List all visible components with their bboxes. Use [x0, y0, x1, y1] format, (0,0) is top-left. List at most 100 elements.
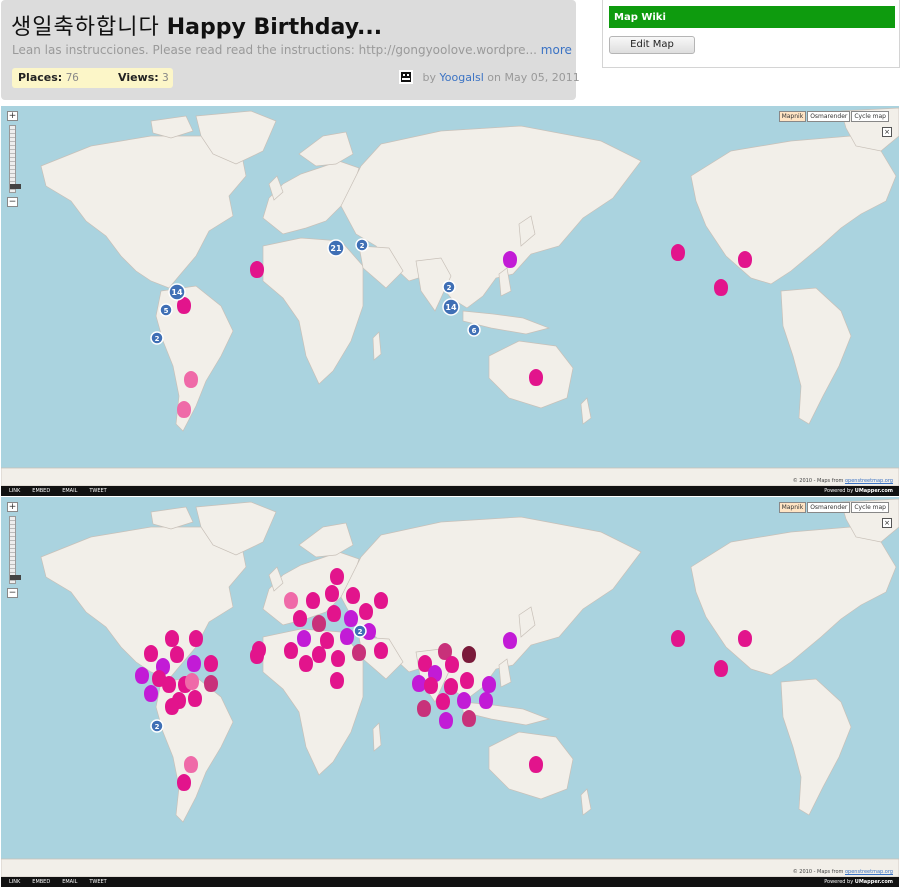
map-pin[interactable]	[417, 700, 431, 717]
map-pin[interactable]	[162, 676, 176, 693]
cluster-marker[interactable]: 2	[353, 624, 367, 638]
author-link[interactable]: Yoogalsl	[440, 71, 484, 84]
map-pin[interactable]	[188, 690, 202, 707]
cluster-marker[interactable]: 2	[442, 280, 456, 294]
cluster-marker[interactable]: 2	[150, 331, 164, 345]
powered-brand-link[interactable]: UMapper.com	[855, 879, 893, 885]
layer-mapnik[interactable]: Mapnik	[778, 111, 807, 122]
map-pin[interactable]	[320, 632, 334, 649]
map-pin[interactable]	[482, 676, 496, 693]
map-pin[interactable]	[359, 603, 373, 620]
map-pin[interactable]	[340, 628, 354, 645]
powered-brand-link[interactable]: UMapper.com	[855, 488, 893, 494]
zoom-slider-thumb[interactable]	[10, 184, 21, 189]
zoom-in-button[interactable]: +	[7, 111, 18, 121]
map-pin[interactable]	[177, 401, 191, 418]
layer-osmarender[interactable]: Osmarender	[807, 502, 851, 513]
map-pin[interactable]	[252, 641, 266, 658]
map-pin[interactable]	[503, 251, 517, 268]
email-button[interactable]: EMAIL	[62, 486, 77, 496]
map-pin[interactable]	[444, 678, 458, 695]
avatar-icon[interactable]	[399, 70, 413, 84]
map-pin[interactable]	[165, 630, 179, 647]
map-pin[interactable]	[297, 630, 311, 647]
zoom-slider-thumb[interactable]	[10, 575, 21, 580]
map-viewer-2[interactable]: 2 2 + − Mapnik Osmarender Cycle map × © …	[1, 497, 899, 877]
map-pin[interactable]	[714, 660, 728, 677]
map-pin[interactable]	[445, 656, 459, 673]
map-pin[interactable]	[165, 698, 179, 715]
map-pin[interactable]	[671, 244, 685, 261]
map-pin[interactable]	[330, 568, 344, 585]
cluster-marker[interactable]: 6	[467, 323, 481, 337]
map-pin[interactable]	[462, 646, 476, 663]
map-pin[interactable]	[325, 585, 339, 602]
cluster-marker[interactable]: 14	[442, 298, 460, 316]
map-pin[interactable]	[177, 774, 191, 791]
map-pin[interactable]	[144, 645, 158, 662]
map-pin[interactable]	[439, 712, 453, 729]
map-pin[interactable]	[299, 655, 313, 672]
map-pin[interactable]	[374, 592, 388, 609]
map-pin[interactable]	[185, 673, 199, 690]
layer-cycle-map[interactable]: Cycle map	[851, 502, 889, 513]
map-pin[interactable]	[312, 615, 326, 632]
zoom-out-button[interactable]: −	[7, 197, 18, 207]
email-button[interactable]: EMAIL	[62, 877, 77, 887]
fullscreen-icon[interactable]: ×	[882, 518, 892, 528]
map-pin[interactable]	[671, 630, 685, 647]
link-button[interactable]: LINK	[9, 877, 20, 887]
fullscreen-icon[interactable]: ×	[882, 127, 892, 137]
map-pin[interactable]	[412, 675, 426, 692]
layer-cycle-map[interactable]: Cycle map	[851, 111, 889, 122]
map-pin[interactable]	[479, 692, 493, 709]
map-pin[interactable]	[460, 672, 474, 689]
layer-osmarender[interactable]: Osmarender	[807, 111, 851, 122]
embed-button[interactable]: EMBED	[32, 877, 50, 887]
tweet-button[interactable]: TWEET	[89, 877, 106, 887]
map-pin[interactable]	[529, 369, 543, 386]
map-pin[interactable]	[738, 251, 752, 268]
map-pin[interactable]	[204, 655, 218, 672]
zoom-out-button[interactable]: −	[7, 588, 18, 598]
zoom-in-button[interactable]: +	[7, 502, 18, 512]
more-link[interactable]: more	[541, 43, 572, 57]
embed-button[interactable]: EMBED	[32, 486, 50, 496]
map-pin[interactable]	[184, 756, 198, 773]
cluster-marker[interactable]: 14	[168, 283, 186, 301]
layer-mapnik[interactable]: Mapnik	[778, 502, 807, 513]
map-pin[interactable]	[293, 610, 307, 627]
map-pin[interactable]	[346, 587, 360, 604]
attribution-link[interactable]: openstreetmap.org	[845, 478, 893, 484]
map-pin[interactable]	[457, 692, 471, 709]
zoom-slider[interactable]	[9, 125, 21, 193]
map-pin[interactable]	[424, 677, 438, 694]
map-pin[interactable]	[352, 644, 366, 661]
map-pin[interactable]	[344, 610, 358, 627]
map-pin[interactable]	[135, 667, 149, 684]
map-viewer-1[interactable]: 21 2 14 5 2 2 14 6 + − Mapnik Osmarender…	[1, 106, 899, 486]
map-pin[interactable]	[306, 592, 320, 609]
map-pin[interactable]	[714, 279, 728, 296]
cluster-marker[interactable]: 21	[327, 239, 345, 257]
map-pin[interactable]	[738, 630, 752, 647]
map-pin[interactable]	[374, 642, 388, 659]
map-pin[interactable]	[503, 632, 517, 649]
map-pin[interactable]	[462, 710, 476, 727]
map-pin[interactable]	[327, 605, 341, 622]
map-pin[interactable]	[184, 371, 198, 388]
map-pin[interactable]	[144, 685, 158, 702]
map-pin[interactable]	[529, 756, 543, 773]
cluster-marker[interactable]: 2	[150, 719, 164, 733]
map-pin[interactable]	[331, 650, 345, 667]
cluster-marker[interactable]: 5	[159, 303, 173, 317]
map-pin[interactable]	[170, 646, 184, 663]
map-pin[interactable]	[250, 261, 264, 278]
map-pin[interactable]	[189, 630, 203, 647]
map-pin[interactable]	[312, 646, 326, 663]
attribution-link[interactable]: openstreetmap.org	[845, 869, 893, 875]
edit-map-button[interactable]: Edit Map	[609, 36, 695, 54]
map-pin[interactable]	[284, 592, 298, 609]
map-pin[interactable]	[204, 675, 218, 692]
map-pin[interactable]	[284, 642, 298, 659]
